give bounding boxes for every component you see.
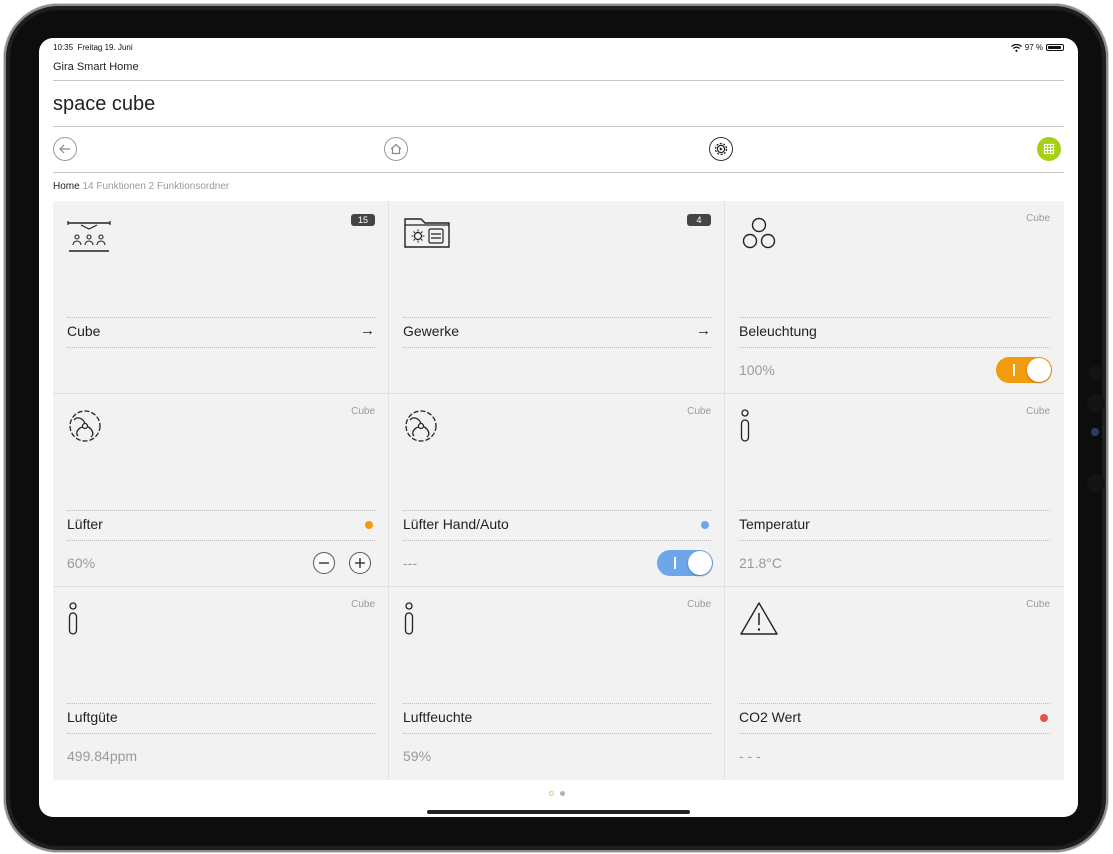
plus-icon (355, 558, 365, 568)
tile-temperatur[interactable]: Cube Temperatur 21.8°C (725, 394, 1064, 587)
status-date: Freitag 19. Juni (77, 43, 133, 52)
tile-value: - - - (739, 748, 761, 764)
function-grid: 15 Cube → 4 Gewerke → Cube Beleuchtung 1… (53, 201, 1064, 780)
tile-name: Lüfter (67, 516, 103, 532)
settings-button[interactable] (709, 137, 733, 161)
home-indicator[interactable] (427, 810, 690, 814)
home-icon (390, 143, 402, 155)
arrow-right-icon: → (696, 322, 711, 339)
fan-icon (69, 410, 101, 442)
breadcrumb-function-count: 14 Funktionen (82, 181, 146, 192)
grid-view-button[interactable] (1037, 137, 1061, 161)
light-toggle[interactable] (996, 357, 1052, 383)
mode-toggle[interactable] (657, 550, 713, 576)
tile-cube[interactable]: 15 Cube → (53, 201, 389, 394)
location-tag: Cube (1026, 599, 1050, 610)
tile-luftguete[interactable]: Cube Luftgüte 499.84ppm (53, 587, 389, 780)
home-button[interactable] (384, 137, 408, 161)
tile-name: Cube (67, 323, 101, 339)
tile-beleuchtung[interactable]: Cube Beleuchtung 100% (725, 201, 1064, 394)
tile-value: 59% (403, 748, 432, 764)
location-tag: Cube (687, 406, 711, 417)
battery-icon (1046, 44, 1064, 51)
count-badge: 4 (687, 214, 711, 226)
breadcrumb-home[interactable]: Home (53, 181, 80, 192)
count-badge: 15 (351, 214, 375, 226)
tile-name: Luftfeuchte (403, 709, 473, 725)
location-tag: Cube (351, 599, 375, 610)
title-divider (53, 126, 1064, 127)
tile-luefter-hand-auto[interactable]: Cube Lüfter Hand/Auto --- (389, 394, 725, 587)
tile-value: 100% (739, 362, 775, 378)
page-dot-1[interactable] (549, 791, 554, 796)
page-title: space cube (53, 93, 156, 115)
tile-luefter[interactable]: Cube Lüfter 60% (53, 394, 389, 587)
tile-name: Beleuchtung (739, 323, 817, 339)
tile-name: Temperatur (739, 516, 810, 532)
tile-value: 499.84ppm (67, 748, 138, 764)
tile-co2-wert[interactable]: Cube CO2 Wert - - - (725, 587, 1064, 780)
info-icon (740, 409, 750, 442)
tile-value: 21.8°C (739, 555, 782, 571)
tile-value: --- (403, 555, 417, 571)
warning-icon (740, 602, 778, 635)
fan-icon (405, 410, 437, 442)
tile-gewerke[interactable]: 4 Gewerke → (389, 201, 725, 394)
arrow-right-icon: → (360, 322, 375, 339)
trades-folder-icon (404, 218, 450, 248)
tile-name: CO2 Wert (739, 709, 801, 725)
decrease-button[interactable] (313, 552, 335, 574)
wifi-icon (1010, 43, 1022, 52)
status-indicator (1040, 714, 1048, 722)
side-light-sensor (1091, 428, 1099, 436)
screen: 10:35 Freitag 19. Juni 97 % Gira Smart H… (39, 38, 1078, 817)
location-tag: Cube (1026, 213, 1050, 224)
gear-icon (714, 142, 728, 156)
breadcrumb: Home 14 Funktionen 2 Funktionsordner (53, 181, 229, 192)
side-flash (1087, 474, 1105, 492)
breadcrumb-folder-count: 2 Funktionsordner (148, 181, 230, 192)
tile-luftfeuchte[interactable]: Cube Luftfeuchte 59% (389, 587, 725, 780)
battery-percent: 97 % (1024, 43, 1043, 52)
info-icon (68, 602, 78, 635)
side-camera (1089, 366, 1103, 380)
status-indicator (701, 521, 709, 529)
status-time: 10:35 (53, 43, 74, 52)
header-divider (53, 80, 1064, 81)
grid-icon (1043, 143, 1055, 155)
tile-name: Luftgüte (67, 709, 118, 725)
location-tag: Cube (1026, 406, 1050, 417)
app-name: Gira Smart Home (53, 61, 139, 73)
tile-value: 60% (67, 555, 96, 571)
increase-button[interactable] (349, 552, 371, 574)
status-indicator (365, 521, 373, 529)
lights-group-icon (742, 217, 776, 249)
minus-icon (319, 562, 329, 564)
status-bar: 10:35 Freitag 19. Juni 97 % (53, 43, 1064, 55)
room-people-icon (67, 221, 111, 252)
nav-divider (53, 172, 1064, 173)
page-dot-2[interactable] (560, 791, 565, 796)
back-arrow-icon (59, 144, 70, 154)
page-indicator (549, 791, 565, 796)
tile-name: Lüfter Hand/Auto (403, 516, 509, 532)
tile-name: Gewerke (403, 323, 460, 339)
info-icon (404, 602, 414, 635)
location-tag: Cube (351, 406, 375, 417)
back-button[interactable] (53, 137, 77, 161)
location-tag: Cube (687, 599, 711, 610)
side-sensor (1087, 394, 1105, 412)
